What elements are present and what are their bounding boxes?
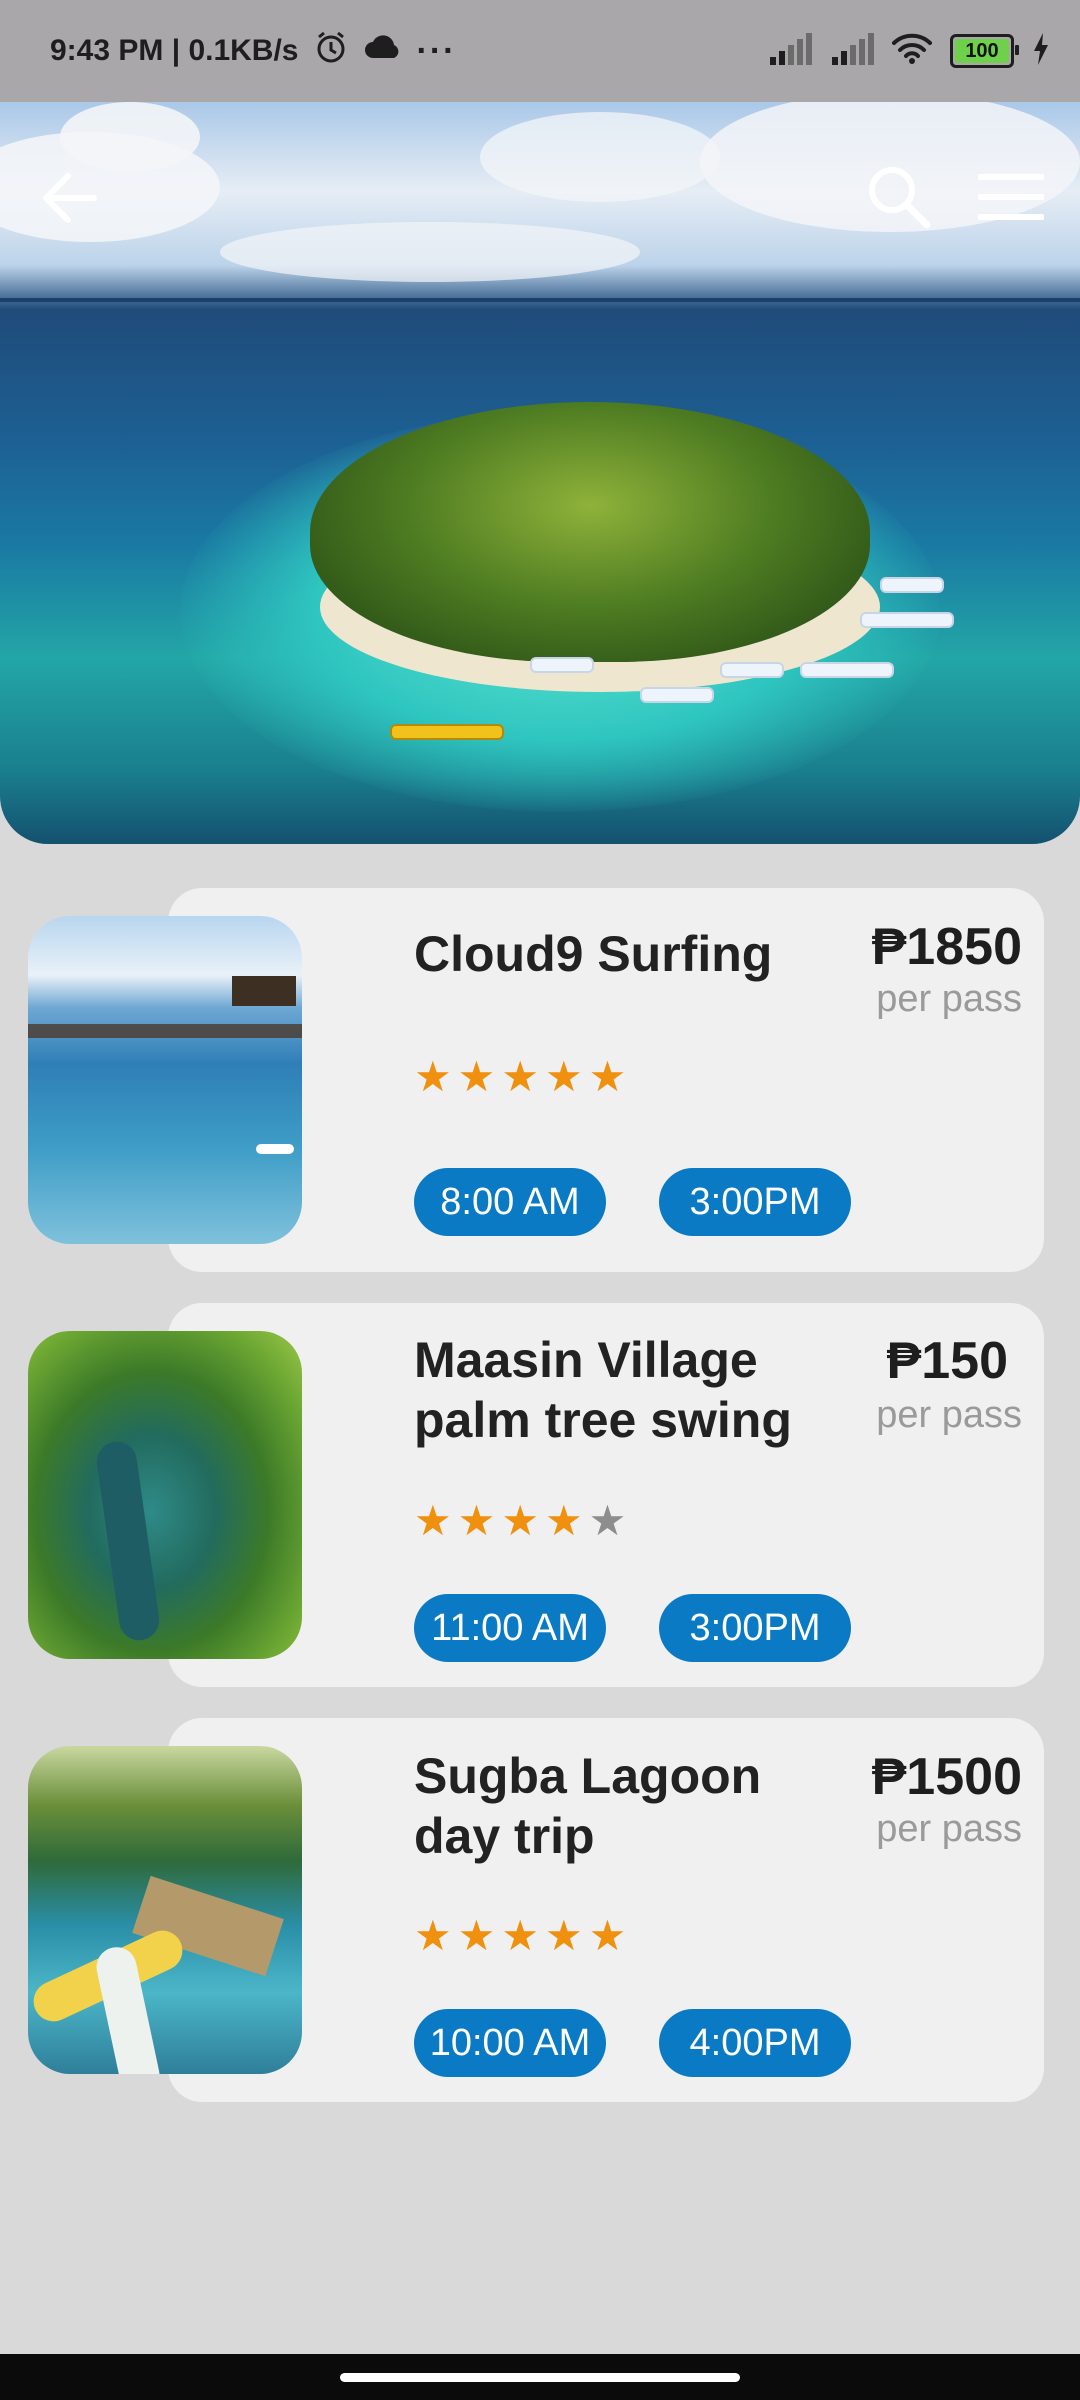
alarm-icon xyxy=(313,29,349,73)
status-left: 9:43 PM | 0.1KB/s ··· xyxy=(50,0,456,102)
star-filled-icon: ★ xyxy=(588,1053,627,1100)
tour-price: ₱1500 xyxy=(871,1748,1022,1806)
cloud-icon xyxy=(363,32,403,70)
star-filled-icon: ★ xyxy=(544,1497,583,1544)
status-bar: 9:43 PM | 0.1KB/s ··· 100 xyxy=(0,0,1080,102)
star-filled-icon: ★ xyxy=(457,1497,496,1544)
time-slot-button[interactable]: 4:00PM xyxy=(659,2009,851,2077)
hero-image xyxy=(0,102,1080,844)
star-filled-icon: ★ xyxy=(414,1053,452,1100)
rating-stars: ★ ★ ★ ★ ★ xyxy=(414,1500,626,1542)
star-filled-icon: ★ xyxy=(544,1053,583,1100)
price-unit: per pass xyxy=(876,1394,1022,1436)
hamburger-menu-icon xyxy=(977,174,1045,220)
menu-button[interactable] xyxy=(977,172,1045,227)
time-slot-button[interactable]: 8:00 AM xyxy=(414,1168,606,1236)
status-right: 100 xyxy=(768,0,1050,102)
star-filled-icon: ★ xyxy=(588,1912,627,1959)
star-filled-icon: ★ xyxy=(544,1912,583,1959)
star-filled-icon: ★ xyxy=(457,1053,496,1100)
star-filled-icon: ★ xyxy=(501,1053,539,1100)
rating-stars: ★ ★ ★ ★ ★ xyxy=(414,1056,626,1098)
more-notifications-icon: ··· xyxy=(416,31,457,70)
search-button[interactable] xyxy=(866,164,932,235)
tour-thumbnail-sugba xyxy=(28,1746,302,2074)
arrow-left-icon xyxy=(43,173,97,223)
charging-icon xyxy=(1032,32,1050,70)
time-slot-button[interactable]: 3:00PM xyxy=(659,1594,851,1662)
star-filled-icon: ★ xyxy=(414,1497,452,1544)
tour-title: Cloud9 Surfing xyxy=(414,926,773,982)
time-slot-button[interactable]: 11:00 AM xyxy=(414,1594,606,1662)
price-unit: per pass xyxy=(876,978,1022,1020)
tour-price: ₱150 xyxy=(886,1332,1008,1390)
time-slot-button[interactable]: 10:00 AM xyxy=(414,2009,606,2077)
tour-thumbnail-maasin xyxy=(28,1331,302,1659)
star-filled-icon: ★ xyxy=(414,1912,452,1959)
star-filled-icon: ★ xyxy=(501,1912,539,1959)
tour-title: Sugba Lagoon day trip xyxy=(414,1748,762,1864)
star-empty-icon: ★ xyxy=(588,1497,627,1544)
battery-level: 100 xyxy=(965,39,999,62)
status-time: 9:43 PM | 0.1KB/s xyxy=(50,34,299,67)
star-filled-icon: ★ xyxy=(501,1497,539,1544)
time-slot-button[interactable]: 3:00PM xyxy=(659,1168,851,1236)
battery-icon: 100 xyxy=(950,34,1019,68)
signal-icon-2 xyxy=(830,32,874,70)
rating-stars: ★ ★ ★ ★ ★ xyxy=(414,1915,626,1957)
star-filled-icon: ★ xyxy=(457,1912,496,1959)
tour-title: Maasin Village palm tree swing xyxy=(414,1332,792,1448)
tour-thumbnail-cloud9 xyxy=(28,916,302,1244)
home-indicator[interactable] xyxy=(340,2373,740,2382)
search-icon xyxy=(869,167,931,229)
tour-price: ₱1850 xyxy=(871,918,1022,976)
wifi-icon xyxy=(892,33,932,70)
price-unit: per pass xyxy=(876,1808,1022,1850)
signal-icon xyxy=(768,32,812,70)
back-button[interactable] xyxy=(40,168,100,233)
